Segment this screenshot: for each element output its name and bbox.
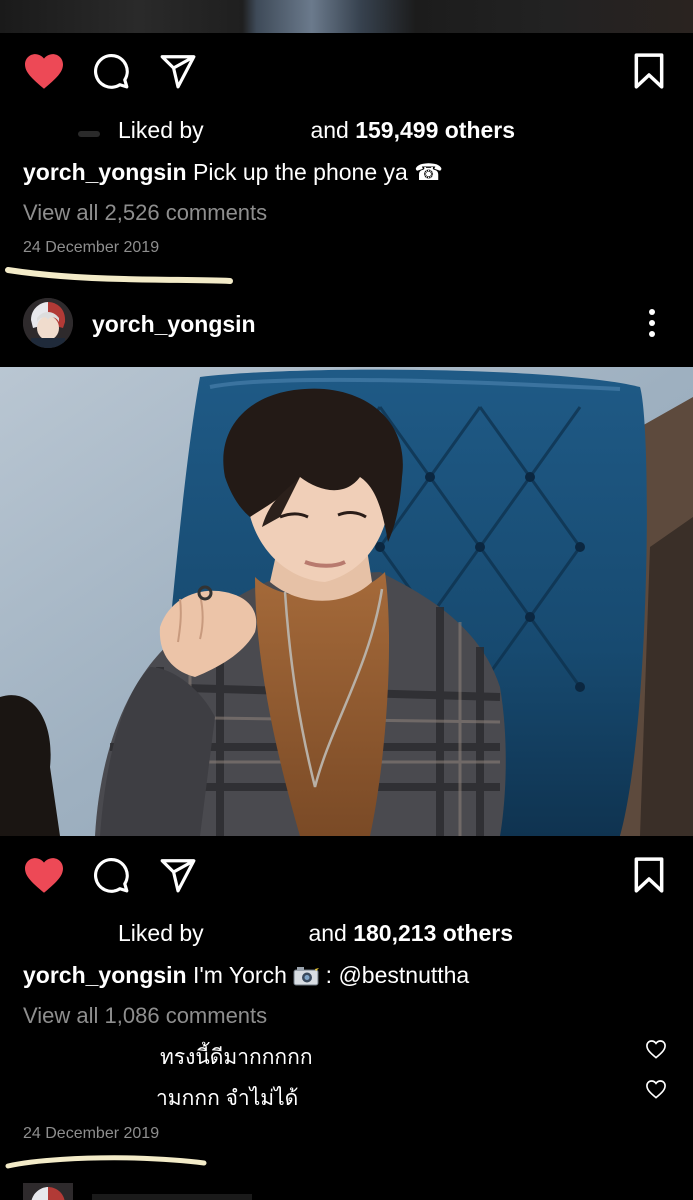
next-post-avatar-partial (23, 1183, 73, 1200)
liked-by-text[interactable]: Liked by and 180,213 others (118, 920, 513, 947)
view-all-comments-link[interactable]: View all 2,526 comments (23, 200, 267, 226)
heart-filled-icon[interactable] (23, 52, 65, 90)
redacted-avatar-smudge (78, 131, 100, 137)
heart-outline-icon[interactable] (645, 1079, 667, 1104)
caption-username[interactable]: yorch_yongsin (23, 962, 187, 988)
likes-count[interactable]: 180,213 others (353, 920, 513, 946)
comment-preview: ทรงนี้ดีมากกกกก (160, 1046, 313, 1069)
post-caption: yorch_yongsin I'm Yorch : @bestnuttha (23, 962, 469, 992)
camera-flash-icon (293, 964, 320, 992)
next-post-username-partial (92, 1194, 252, 1200)
post-image[interactable] (0, 367, 693, 836)
paper-plane-icon[interactable] (159, 856, 197, 894)
caption-text: Pick up the phone ya ☎ (193, 159, 443, 185)
highlight-underline (4, 1150, 209, 1177)
comment-preview: ามกกก จำไม่ได้ (156, 1087, 299, 1110)
previous-post-image-strip (0, 0, 693, 33)
highlight-underline (4, 264, 234, 293)
view-all-comments-link[interactable]: View all 1,086 comments (23, 1003, 267, 1029)
heart-outline-icon[interactable] (645, 1039, 667, 1064)
caption-username[interactable]: yorch_yongsin (23, 159, 187, 185)
post-caption: yorch_yongsin Pick up the phone ya ☎ (23, 159, 443, 186)
post-date: 24 December 2019 (23, 1125, 160, 1142)
heart-filled-icon[interactable] (23, 856, 65, 894)
liked-by-connector: and (308, 920, 347, 946)
liked-by-prefix: Liked by (118, 920, 204, 946)
likes-count[interactable]: 159,499 others (355, 117, 515, 143)
bookmark-icon[interactable] (631, 856, 667, 894)
avatar[interactable] (23, 298, 73, 348)
liked-by-prefix: Liked by (118, 117, 204, 143)
comment-bubble-icon[interactable] (92, 52, 130, 90)
bookmark-icon[interactable] (631, 52, 667, 90)
post-date: 24 December 2019 (23, 239, 160, 256)
comment-bubble-icon[interactable] (92, 856, 130, 894)
caption-text: I'm Yorch (193, 962, 287, 988)
liked-by-text[interactable]: Liked by and 159,499 others (118, 117, 515, 144)
caption-mention[interactable]: : @bestnuttha (326, 962, 470, 988)
liked-by-connector: and (310, 117, 349, 143)
paper-plane-icon[interactable] (159, 52, 197, 90)
post-author-username[interactable]: yorch_yongsin (92, 311, 256, 338)
more-vertical-icon[interactable] (641, 308, 663, 338)
